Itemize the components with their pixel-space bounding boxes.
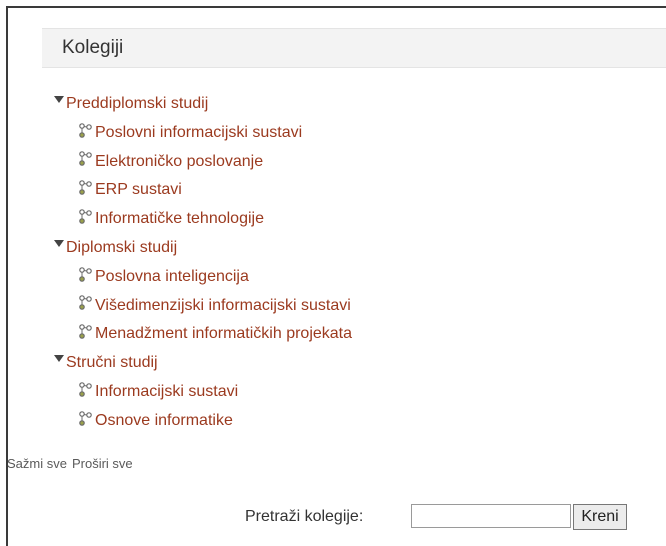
category-diplomski[interactable]: Diplomski studij [52,234,352,263]
course-label[interactable]: ERP sustavi [95,181,182,198]
course-label[interactable]: Višedimenzijski informacijski sustavi [95,297,351,314]
course-icon [79,410,92,426]
course-label[interactable]: Poslovna inteligencija [95,268,249,285]
block-title: Kolegiji [62,37,124,58]
course-item[interactable]: Višedimenzijski informacijski sustavi [52,292,352,321]
course-item[interactable]: Poslovna inteligencija [52,263,352,292]
category-label[interactable]: Diplomski studij [66,239,177,256]
course-label[interactable]: Informacijski sustavi [95,383,238,400]
search-button[interactable]: Kreni [573,504,627,530]
course-item[interactable]: Elektroničko poslovanje [52,148,352,177]
course-icon [79,295,92,311]
course-icon [79,209,92,224]
category-label[interactable]: Stručni studij [66,354,158,371]
course-item[interactable]: Informacijski sustavi [52,378,352,407]
course-tree: Preddiplomski studij Poslovni informacij… [52,90,352,436]
course-icon [79,180,92,195]
expand-all-link[interactable]: Proširi sve [72,456,133,471]
course-icon [79,324,92,339]
course-item[interactable]: Menadžment informatičkih projekata [52,320,352,349]
category-preddiplomski[interactable]: Preddiplomski studij [52,90,352,119]
course-label[interactable]: Elektroničko poslovanje [95,153,263,170]
course-label[interactable]: Osnove informatike [95,412,233,429]
course-label[interactable]: Menadžment informatičkih projekata [95,325,352,342]
course-icon [79,151,92,167]
course-icon [79,381,92,397]
expanded-triangle-icon[interactable] [54,240,64,248]
search-label: Pretraži kolegije: [245,508,364,525]
block-header: Kolegiji [42,28,666,68]
course-label[interactable]: Poslovni informacijski sustavi [95,124,302,141]
category-label[interactable]: Preddiplomski studij [66,95,208,112]
course-item[interactable]: ERP sustavi [52,176,352,205]
expanded-triangle-icon[interactable] [54,96,64,104]
course-item[interactable]: Informatičke tehnologije [52,205,352,234]
course-item[interactable]: Poslovni informacijski sustavi [52,119,352,148]
collapse-all-link[interactable]: Sažmi sve [7,456,67,471]
expanded-triangle-icon[interactable] [54,355,64,363]
tree-controls: Sažmi sve Proširi sve [7,456,138,471]
category-strucni[interactable]: Stručni studij [52,349,352,378]
course-icon [79,266,92,282]
course-icon [79,122,92,138]
course-item[interactable]: Osnove informatike [52,407,352,436]
course-label[interactable]: Informatičke tehnologije [95,210,264,227]
search-input[interactable] [411,504,571,528]
